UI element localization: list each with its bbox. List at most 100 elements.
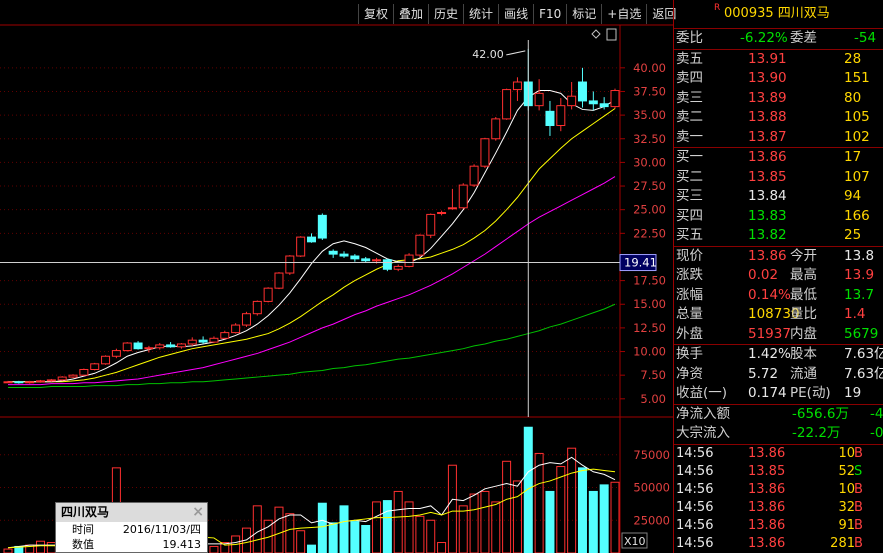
candle-body [198,339,208,343]
flow-extra: -0 [870,425,883,441]
tick-direction: S [854,463,863,479]
stat-row: 总量 108730 量比 1.4 [674,305,883,325]
volume-bar [3,548,13,553]
volume-bar [502,460,512,553]
candle-body [231,324,241,334]
draw-line-button[interactable]: 画线 [498,4,533,24]
add-watchlist-button[interactable]: +自选 [601,4,646,24]
stat-row: 外盘 51937 内盘 5679 [674,325,883,345]
candle-body [480,138,490,167]
ma60-line [8,303,616,388]
statistics-button[interactable]: 统计 [463,4,498,24]
tick-row[interactable]: 14:56 13.86 10 B [674,481,883,499]
f10-button[interactable]: F10 [533,4,566,24]
candle-body [220,332,230,339]
candle-body [588,100,598,105]
tick-row[interactable]: 14:56 13.86 91 B [674,517,883,535]
tick-volume: 10 [838,481,855,497]
volume-bar [469,493,479,553]
volume-bar [577,467,587,553]
candle-body [57,376,67,381]
stat-label: 外盘 [676,325,703,342]
stat-label: 涨跌 [676,267,703,283]
tick-direction: B [854,445,863,461]
diamond-icon [591,29,601,39]
margin-r-mark: R [714,3,721,13]
candle-body [447,207,457,210]
volume-bar [556,466,566,553]
tick-price: 13.86 [748,536,786,552]
volume-bar [545,490,555,553]
ma20-line [8,176,616,386]
tick-volume: 10 [838,445,855,461]
stat-value: 0.02 [748,267,779,283]
ask-price: 13.88 [748,109,787,125]
ask-volume: 102 [844,128,870,145]
price-axis-label: 25.00 [633,203,666,217]
fuquan-button[interactable]: 复权 [358,4,393,24]
tick-row[interactable]: 14:56 13.86 281 B [674,535,883,553]
candle-body [3,381,13,384]
volume-axis-label: 25000 [633,513,670,527]
price-axis-label: 7.50 [640,368,666,382]
stat-label: 换手 [676,346,703,362]
tick-row[interactable]: 14:56 13.86 32 B [674,499,883,517]
candle-body [46,379,56,382]
stat-label: PE(动) [790,385,831,401]
volume-bar [567,447,577,553]
stat-label: 股本 [790,346,817,362]
ask-volume: 28 [844,50,862,67]
close-icon[interactable]: × [192,503,204,522]
stat-row: 现价 13.86 今开 13.8 [674,247,883,267]
volume-bar [610,481,620,553]
tick-list[interactable]: 14:56 13.86 10 B 14:56 13.85 52 S 14:56 13.86 10 B 1… [674,443,883,553]
volume-bar [36,540,46,553]
tick-price: 13.86 [748,445,786,461]
mark-button[interactable]: 标记 [566,4,601,24]
stat-row: 收益(一) 0.174 PE(动) 19 [674,384,883,404]
ask-row: 卖一 13.87 102 [674,128,883,148]
tooltip-value-value: 19.413 [162,538,202,551]
tick-time: 14:56 [676,481,714,497]
kline-chart[interactable]: 40.00 37.50 35.00 32.50 30.00 27.50 25.00 22.50… [0,0,673,553]
stat-value: 13.86 [748,247,787,264]
candle-body [350,255,360,260]
ask-label: 卖二 [676,109,703,125]
candle-body [296,236,306,257]
stat-label: 今开 [790,247,817,264]
tick-direction: B [854,536,863,552]
tick-time: 14:56 [676,536,714,552]
tick-volume: 52 [838,463,855,479]
tick-time: 14:56 [676,518,714,534]
bid-volume: 17 [844,149,862,165]
weibi-label: 委比 [676,30,703,46]
stat-row: 换手 1.42%股本 7.63亿 [674,345,883,365]
candle-body [502,89,512,120]
volume-bar [534,452,544,553]
ask-label: 卖四 [676,70,703,86]
quote-stats-fundamental: 换手1.42%股本7.63亿净资5.72流通7.63亿收益(一)0.174PE(… [674,344,883,404]
ask-label: 卖一 [676,128,703,145]
tick-row[interactable]: 14:56 13.86 10 B [674,445,883,463]
price-axis-label: 12.50 [633,321,666,335]
stock-header: R 000935 四川双马 [674,0,883,28]
tick-direction: B [854,518,863,534]
tooltip-time-value: 2016/11/03/四 [122,523,201,536]
candle-body [133,342,143,350]
kline-chart-area[interactable]: 40.00 37.50 35.00 32.50 30.00 27.50 25.00 22.50… [0,0,676,553]
stat-label: 量比 [790,306,817,322]
overlay-button[interactable]: 叠加 [393,4,428,24]
price-axis-label: 22.50 [633,226,666,240]
stat-label: 流通 [790,365,817,382]
stat-value: 0.174 [748,385,787,401]
bid-label: 买三 [676,188,703,204]
bid-volume: 107 [844,168,870,185]
price-axis-label: 10.00 [633,345,666,359]
tick-row[interactable]: 14:56 13.85 52 S [674,463,883,481]
stock-code: 000935 [724,6,774,21]
volume-bar [393,490,403,553]
stat-label: 涨幅 [676,286,703,303]
history-button[interactable]: 历史 [428,4,463,24]
candle-body [469,165,479,186]
capital-flow: 净流入额 -656.6万 -4 大宗流入 -22.2万 -0 [674,403,883,444]
